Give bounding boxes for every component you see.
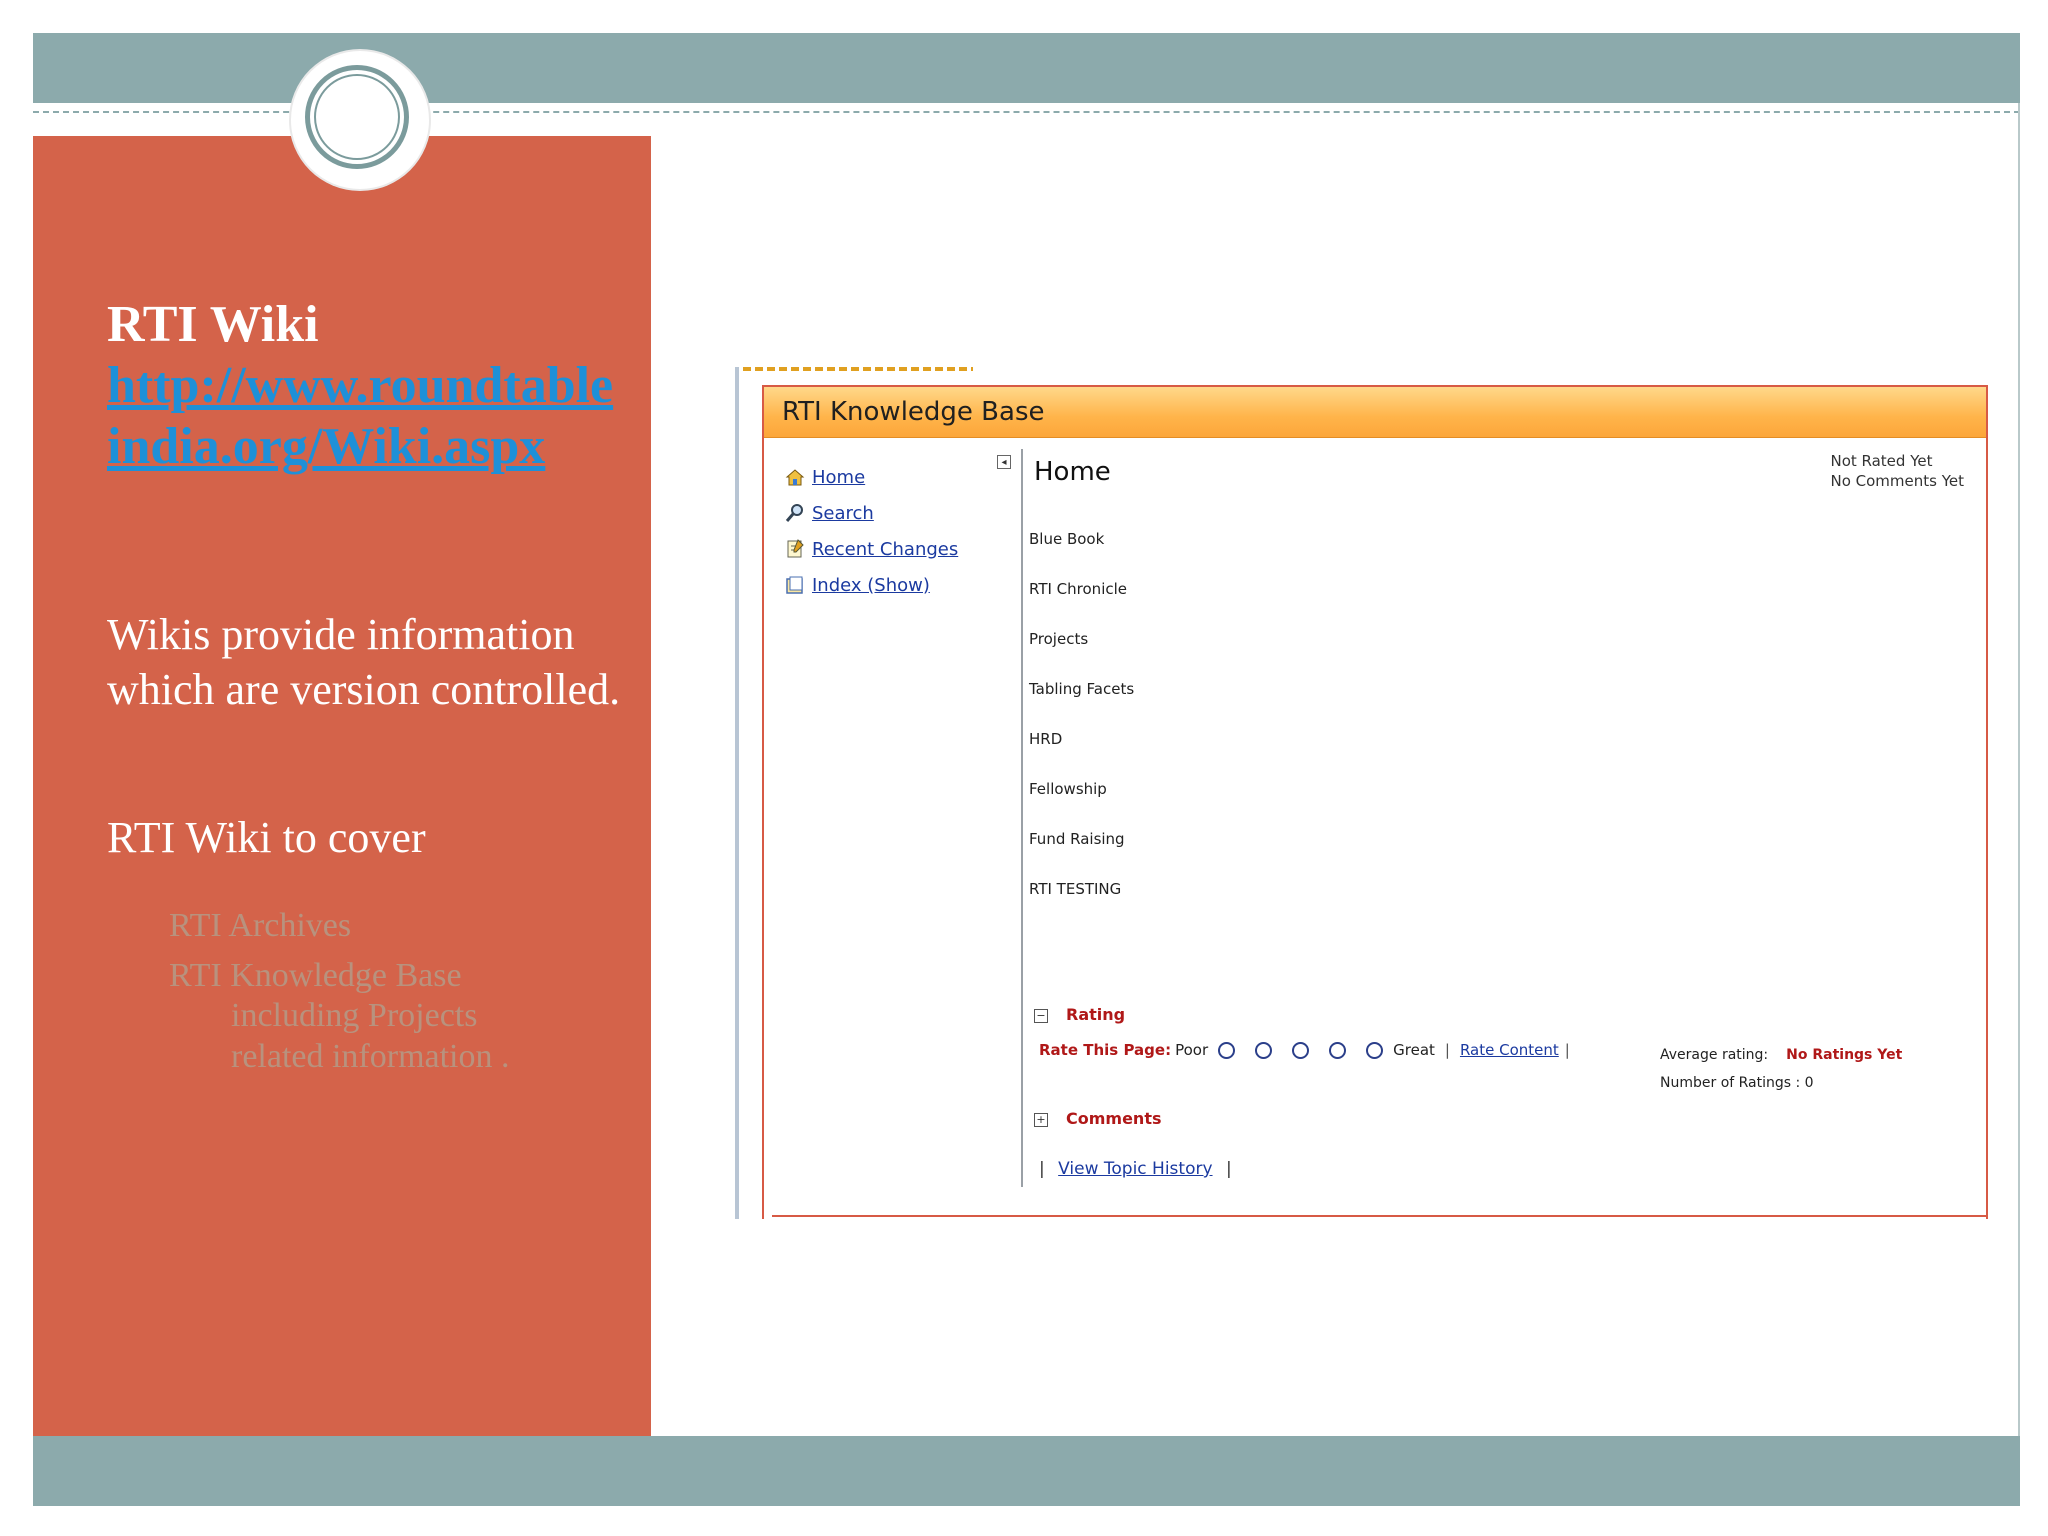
comments-header-label: Comments [1066,1109,1162,1128]
wiki-url-link[interactable]: http://www.roundtableindia.org/Wiki.aspx [107,355,627,477]
bottom-band [33,1436,2020,1506]
topic-history-row: | View Topic History | [1039,1159,1232,1179]
average-rating-block: Average rating: No Ratings Yet Number of … [1660,1041,1902,1097]
topic-item[interactable]: Blue Book [1029,529,1134,579]
recent-changes-icon [784,538,806,560]
expand-comments-icon[interactable]: + [1034,1113,1048,1127]
nav-divider [1021,449,1023,1187]
topic-list: Blue Book RTI Chronicle Projects Tabling… [1029,529,1134,929]
average-rating-value: No Ratings Yet [1786,1047,1903,1063]
separator: | [1444,1041,1450,1059]
page-heading: Home [1034,457,1111,487]
wiki-cover-heading: RTI Wiki to cover [107,813,426,862]
slide-title: RTI Wiki [107,296,319,353]
rating-radio-1[interactable] [1218,1041,1236,1059]
separator: | [1564,1041,1570,1059]
nav-item-index[interactable]: Index (Show) [784,567,1004,603]
bullet-rti-archives: RTI Archives [169,907,352,944]
rating-radio-2[interactable] [1255,1041,1273,1059]
slide: RTI Wiki http://www.roundtableindia.org/… [33,33,2020,1506]
bullet-rti-knowledge-base: RTI Knowledge Base [169,957,462,994]
separator: | [1225,1159,1232,1179]
knowledge-base-window: RTI Knowledge Base Home Search Recent Ch… [762,385,1988,1219]
screenshot-left-border [735,367,739,1219]
rating-great-label: Great [1393,1041,1435,1059]
bullet-projects-info: including Projects related information . [231,997,510,1075]
search-icon [784,502,806,524]
nav-label-recent-changes: Recent Changes [812,538,959,560]
comments-status: No Comments Yet [1830,472,1964,490]
average-rating-label: Average rating: [1660,1047,1769,1063]
rating-radio-3[interactable] [1292,1041,1310,1059]
nav-item-home[interactable]: Home [784,459,1004,495]
kb-nav: Home Search Recent Changes Index (Show) [784,459,1004,603]
wiki-description: Wikis provide information which are vers… [107,610,621,714]
page-status: Not Rated Yet No Comments Yet [1830,451,1964,491]
topic-item[interactable]: RTI Chronicle [1029,579,1134,629]
topic-item[interactable]: Projects [1029,629,1134,679]
rating-poor-label: Poor [1175,1041,1209,1059]
nav-item-search[interactable]: Search [784,495,1004,531]
rating-status: Not Rated Yet [1830,452,1933,470]
nav-label-home: Home [812,466,866,488]
rate-this-page-row: Rate This Page: Poor Great | Rate Conten… [1039,1041,1570,1059]
collapse-rating-icon[interactable]: − [1034,1009,1048,1023]
separator: | [1039,1159,1045,1179]
kb-bottom-border [772,1215,1986,1217]
rating-section-header[interactable]: − Rating [1034,1005,1125,1024]
rating-header-label: Rating [1066,1005,1126,1024]
nav-item-recent-changes[interactable]: Recent Changes [784,531,1004,567]
rate-content-link[interactable]: Rate Content [1460,1041,1559,1059]
rating-radio-5[interactable] [1366,1041,1384,1059]
nav-label-index: Index (Show) [812,574,930,596]
topic-item[interactable]: Fellowship [1029,779,1134,829]
rate-this-page-label: Rate This Page: [1039,1041,1172,1059]
topic-item[interactable]: Tabling Facets [1029,679,1134,729]
knowledge-base-screenshot: RTI Knowledge Base Home Search Recent Ch… [735,367,1995,1219]
comments-section-header[interactable]: + Comments [1034,1109,1162,1128]
home-icon [784,466,806,488]
collapse-nav-button[interactable]: ◂ [997,455,1011,469]
index-icon [784,574,806,596]
topic-item[interactable]: HRD [1029,729,1134,779]
topic-item[interactable]: Fund Raising [1029,829,1134,879]
circle-inner-ring [314,74,400,160]
rating-radio-4[interactable] [1329,1041,1347,1059]
kb-title: RTI Knowledge Base [782,397,1045,427]
kb-header-bar: RTI Knowledge Base [764,387,1986,438]
nav-label-search: Search [812,502,874,524]
slide-right-edge [2018,103,2020,1436]
topic-item[interactable]: RTI TESTING [1029,879,1134,929]
number-of-ratings: Number of Ratings : 0 [1660,1075,1814,1091]
view-topic-history-link[interactable]: View Topic History [1058,1159,1212,1179]
screenshot-date-strip [743,367,973,371]
